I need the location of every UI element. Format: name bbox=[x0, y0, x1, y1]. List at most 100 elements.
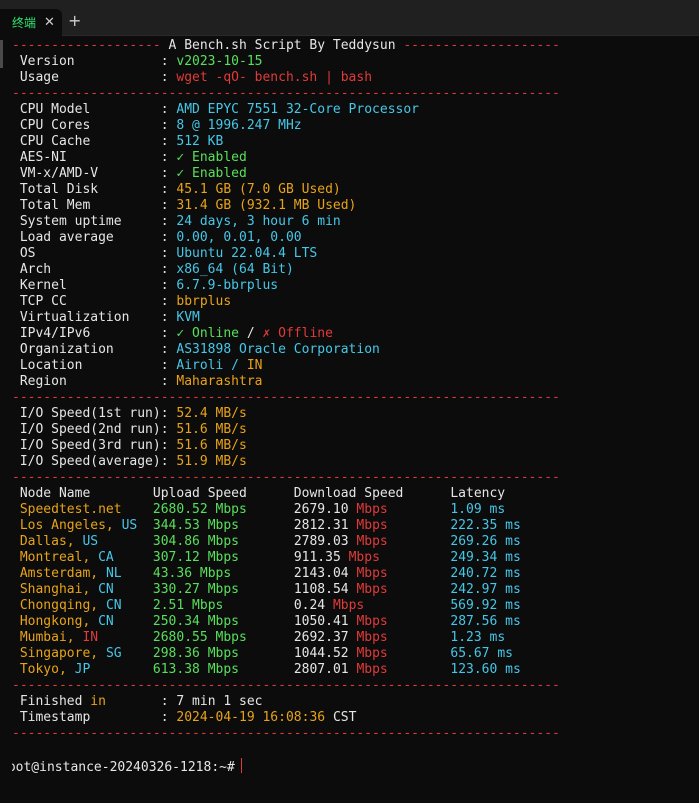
timestamp-tz: CST bbox=[332, 710, 357, 725]
text-cursor bbox=[240, 758, 242, 773]
node-name: Hongkong, bbox=[19, 614, 91, 629]
row-label: Version bbox=[19, 54, 75, 69]
latency-value: 287.56 bbox=[450, 614, 498, 629]
speed-row: Singapore, SG 298.36 Mbps 1044.52 Mbps 6… bbox=[12, 646, 684, 662]
info-row: CPU Cache : 512 KB bbox=[19, 134, 224, 149]
download-value: 1044.52 bbox=[293, 646, 349, 661]
unit: Mbps bbox=[207, 646, 240, 661]
node-name: Amsterdam, bbox=[19, 566, 99, 581]
node-name: Chongqing, bbox=[19, 598, 99, 613]
unit: Mbps bbox=[356, 662, 388, 677]
usage-value: wget -qO- bench.sh | bash bbox=[176, 70, 373, 85]
row-label: IPv4/IPv6 bbox=[19, 326, 91, 341]
node-name: Montreal, bbox=[19, 550, 91, 565]
row-label: Region bbox=[19, 374, 67, 389]
row-label: I/O Speed(2nd run) bbox=[19, 422, 161, 437]
speed-row: Shanghai, CN 330.27 Mbps 1108.54 Mbps 24… bbox=[12, 582, 684, 598]
location-country: IN bbox=[246, 358, 263, 373]
org-value: AS31898 Oracle Corporation bbox=[176, 342, 380, 357]
row-label: CPU Model bbox=[19, 102, 91, 117]
side-indicator bbox=[0, 40, 3, 68]
speed-row: Chongqing, CN 2.51 Mbps 0.24 Mbps 569.92… bbox=[12, 598, 684, 614]
upload-value: 2.51 bbox=[152, 598, 185, 613]
unit: ms bbox=[505, 550, 521, 565]
node-name: Dallas, bbox=[19, 534, 75, 549]
download-value: 1050.41 bbox=[293, 614, 349, 629]
info-row: Load average : 0.00, 0.01, 0.00 bbox=[19, 230, 302, 245]
info-value: ✓ Enabled bbox=[176, 150, 247, 165]
node-name: Singapore, bbox=[19, 646, 99, 661]
bench-title: A Bench.sh Script By Teddysun bbox=[160, 38, 404, 53]
latency-value: 1.09 bbox=[450, 502, 482, 517]
speed-row: Dallas, US 304.86 Mbps 2789.03 Mbps 269.… bbox=[12, 534, 684, 550]
upload-value: 2680.55 bbox=[152, 630, 208, 645]
speed-row: Mumbai, IN 2680.55 Mbps 2692.37 Mbps 1.2… bbox=[12, 630, 684, 646]
info-row: Arch : x86_64 (64 Bit) bbox=[19, 262, 294, 277]
unit: Mbps bbox=[356, 582, 388, 597]
unit: Mbps bbox=[356, 566, 388, 581]
divider: ----------------------------------------… bbox=[12, 390, 560, 405]
io-value: 51.9 MB/s bbox=[176, 454, 247, 469]
row-label: Finished bbox=[19, 694, 83, 709]
unit: Mbps bbox=[215, 502, 247, 517]
info-value: Ubuntu 22.04.4 LTS bbox=[176, 246, 318, 261]
unit: Mbps bbox=[356, 646, 388, 661]
col-latency: Latency bbox=[450, 486, 506, 501]
speed-row: Hongkong, CN 250.34 Mbps 1050.41 Mbps 28… bbox=[12, 614, 684, 630]
unit: Mbps bbox=[207, 614, 240, 629]
location-row: Location : Airoli / IN bbox=[19, 358, 263, 373]
row-label: I/O Speed(3rd run) bbox=[19, 438, 161, 453]
ipv-row: IPv4/IPv6 : ✓ Online / ✗ Offline bbox=[19, 326, 333, 341]
unit: Mbps bbox=[356, 630, 388, 645]
tab-bar: 终端 ✕ + bbox=[0, 0, 699, 36]
version-row: Version : v2023-10-15 bbox=[19, 54, 263, 69]
new-tab-button[interactable]: + bbox=[68, 11, 81, 30]
finish-in: in bbox=[90, 694, 106, 709]
node-country: SG bbox=[105, 646, 122, 661]
scrollbar[interactable] bbox=[686, 36, 699, 803]
unit: Mbps bbox=[356, 534, 388, 549]
download-value: 2692.37 bbox=[293, 630, 349, 645]
node-country: CN bbox=[98, 582, 114, 597]
terminal-output[interactable]: ------------------- A Bench.sh Script By… bbox=[12, 36, 684, 803]
info-row: System uptime : 24 days, 3 hour 6 min bbox=[19, 214, 341, 229]
row-label: Location bbox=[19, 358, 83, 373]
latency-value: 222.35 bbox=[450, 518, 498, 533]
close-icon[interactable]: ✕ bbox=[44, 15, 55, 30]
finish-value: 7 min 1 sec bbox=[176, 694, 263, 709]
divider: ----------------------------------------… bbox=[12, 726, 560, 741]
node-name: Tokyo, bbox=[19, 662, 67, 677]
info-value: 45.1 GB (7.0 GB Used) bbox=[176, 182, 341, 197]
terminal-tab[interactable]: 终端 ✕ bbox=[0, 9, 62, 36]
info-row: Virtualization : KVM bbox=[19, 310, 200, 325]
info-value: AMD EPYC 7551 32-Core Processor bbox=[176, 102, 420, 117]
node-name: Speedtest.net bbox=[19, 502, 122, 517]
divider: ----------------------------------------… bbox=[12, 86, 560, 101]
unit: Mbps bbox=[207, 662, 240, 677]
unit: ms bbox=[489, 502, 506, 517]
latency-value: 240.72 bbox=[450, 566, 498, 581]
latency-value: 569.92 bbox=[450, 598, 498, 613]
info-row: TCP CC : bbrplus bbox=[19, 294, 232, 309]
info-value: 24 days, 3 hour 6 min bbox=[176, 214, 341, 229]
info-value: 31.4 GB (932.1 MB Used) bbox=[176, 198, 357, 213]
prompt-line[interactable]: root@instance-20240326-1218:~# bbox=[12, 758, 684, 775]
upload-value: 250.34 bbox=[152, 614, 200, 629]
unit: Mbps bbox=[192, 598, 224, 613]
unit: Mbps bbox=[199, 566, 232, 581]
info-row: Total Disk : 45.1 GB (7.0 GB Used) bbox=[19, 182, 341, 197]
info-value: x86_64 (64 Bit) bbox=[176, 262, 294, 277]
io-row: I/O Speed(3rd run): 51.6 MB/s bbox=[19, 438, 247, 453]
upload-value: 298.36 bbox=[152, 646, 200, 661]
separator: / bbox=[223, 358, 247, 373]
download-value: 1108.54 bbox=[293, 582, 349, 597]
io-value: 52.4 MB/s bbox=[176, 406, 247, 421]
timestamp-date: 2024-04-19 bbox=[176, 710, 255, 725]
info-row: VM-x/AMD-V : ✓ Enabled bbox=[19, 166, 247, 181]
row-label: OS bbox=[19, 246, 36, 261]
speed-row: Tokyo, JP 613.38 Mbps 2807.01 Mbps 123.6… bbox=[12, 662, 684, 678]
latency-value: 249.34 bbox=[450, 550, 498, 565]
io-row: I/O Speed(2nd run): 51.6 MB/s bbox=[19, 422, 247, 437]
info-row: AES-NI : ✓ Enabled bbox=[19, 150, 247, 165]
col-node: Node Name bbox=[19, 486, 91, 501]
